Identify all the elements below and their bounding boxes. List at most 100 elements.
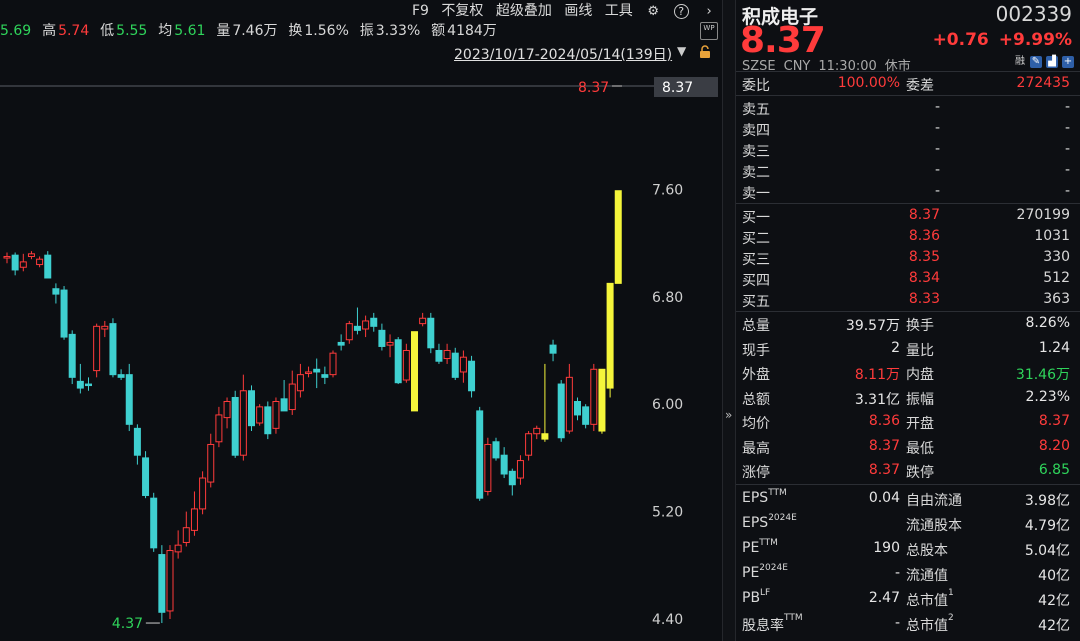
ask-volume: - bbox=[1064, 141, 1070, 157]
fund-value: 42亿 bbox=[1038, 618, 1070, 634]
candle-body bbox=[272, 401, 280, 429]
fund-label: EPS2024E bbox=[742, 513, 797, 531]
candle-body bbox=[117, 374, 125, 378]
candle-body bbox=[288, 383, 296, 411]
stat-label: 总量 bbox=[742, 318, 770, 334]
bid-row: 买五 8.33 363 bbox=[736, 289, 1080, 310]
fund-label: PBLF bbox=[742, 588, 771, 606]
add-icon[interactable]: + bbox=[1062, 56, 1074, 68]
stat-label: 内盘 bbox=[906, 367, 934, 383]
candle-body bbox=[199, 477, 207, 510]
bid-row: 买四 8.34 512 bbox=[736, 268, 1080, 289]
candlestick-chart[interactable]: 7.60 6.80 6.00 5.20 4.40 8.37 8.37 4.37 bbox=[0, 0, 722, 641]
candle-body bbox=[329, 352, 337, 376]
fund-label-sup: LF bbox=[760, 588, 771, 598]
ask-volume: - bbox=[1064, 99, 1070, 115]
fund-value: 190 bbox=[873, 540, 900, 556]
candle-body bbox=[353, 325, 361, 331]
bid-label: 买一 bbox=[742, 210, 770, 226]
fund-label-sup: 2 bbox=[948, 613, 954, 623]
panel-splitter[interactable]: » bbox=[722, 0, 736, 641]
candle-body bbox=[394, 339, 402, 384]
candle-body bbox=[435, 349, 443, 362]
ask-label: 卖二 bbox=[742, 165, 770, 181]
candle-body bbox=[231, 396, 239, 456]
stat-label: 涨停 bbox=[742, 465, 770, 481]
divider bbox=[736, 203, 1080, 204]
fund-label: 股息率TTM bbox=[742, 613, 803, 635]
bid-label: 买四 bbox=[742, 273, 770, 289]
fund-label-text: PE bbox=[742, 565, 760, 581]
fund-label: 自由流通 bbox=[906, 490, 962, 510]
candle-body bbox=[557, 383, 565, 439]
stat-row: 总额 3.31亿 振幅 2.23% bbox=[736, 387, 1080, 408]
candle-body bbox=[296, 374, 304, 392]
bid-volume: 363 bbox=[1043, 291, 1070, 307]
ask-volume: - bbox=[1064, 183, 1070, 199]
fund-value: 42亿 bbox=[1038, 593, 1070, 609]
margin-trading-badge[interactable]: 融 bbox=[1014, 56, 1026, 68]
stat-label: 均价 bbox=[742, 416, 770, 432]
candle-body bbox=[313, 368, 321, 373]
candle-body bbox=[166, 550, 174, 612]
fund-value: - bbox=[894, 615, 900, 631]
candle-body bbox=[109, 323, 117, 376]
fund-value: 0.04 bbox=[868, 490, 900, 506]
fund-label-sup: TTM bbox=[768, 488, 787, 498]
candle-body bbox=[256, 406, 264, 424]
fund-label-text: 流通股本 bbox=[906, 518, 962, 534]
stat-label: 最高 bbox=[742, 440, 770, 457]
stat-row: 涨停 8.37 跌停 6.85 bbox=[736, 460, 1080, 481]
stat-row: 总量 39.57万 换手 8.26% bbox=[736, 313, 1080, 334]
candle-body bbox=[239, 390, 247, 456]
kline-chart-area[interactable]: F9 不复权 超级叠加 画线 工具 ⚙ ? › WP 5.69 高 5.74 低5… bbox=[0, 0, 722, 641]
stat-value: 39.57万 bbox=[845, 318, 900, 334]
candle-body bbox=[76, 380, 84, 389]
candle-body bbox=[101, 325, 109, 330]
stat-row: 最高 8.37 最低 8.20 bbox=[736, 436, 1080, 457]
candle-body bbox=[525, 433, 533, 456]
divider bbox=[736, 484, 1080, 485]
candle-body bbox=[411, 331, 418, 412]
candle-body bbox=[337, 341, 345, 346]
candle-body bbox=[574, 401, 581, 416]
stat-label: 量比 bbox=[906, 342, 934, 359]
chart-icon[interactable]: ▟ bbox=[1046, 56, 1058, 68]
stat-label: 换手 bbox=[906, 318, 934, 334]
candle-body bbox=[174, 544, 182, 553]
stat-value: 8.37 bbox=[868, 437, 900, 454]
fund-label: PETTM bbox=[742, 538, 778, 556]
candle-body bbox=[533, 427, 541, 435]
fund-label: EPSTTM bbox=[742, 488, 787, 506]
fund-value: 3.98亿 bbox=[1024, 493, 1070, 509]
fund-label-sup: TTM bbox=[759, 538, 778, 548]
candle-body bbox=[280, 398, 288, 412]
bid-volume: 512 bbox=[1043, 270, 1070, 286]
ask-row: 卖四 - - bbox=[736, 118, 1080, 139]
candle-body bbox=[582, 406, 590, 425]
candle-body bbox=[598, 368, 606, 432]
candle-body bbox=[19, 261, 27, 268]
ask-price: - bbox=[934, 99, 940, 115]
candle-body bbox=[125, 374, 133, 425]
fundamental-row: PETTM 190 总股本 5.04亿 bbox=[736, 538, 1080, 559]
collapse-arrow-icon[interactable]: » bbox=[725, 408, 732, 422]
fund-value: 4.79亿 bbox=[1024, 518, 1070, 534]
edit-icon[interactable]: ✎ bbox=[1030, 56, 1042, 68]
bid-volume: 330 bbox=[1043, 249, 1070, 265]
stat-value: 1.24 bbox=[1038, 339, 1070, 356]
fund-label-text: EPS bbox=[742, 490, 769, 506]
candle-body bbox=[60, 289, 68, 338]
ask-price: - bbox=[934, 120, 940, 136]
fund-label: 总市值2 bbox=[906, 613, 954, 635]
divider bbox=[736, 71, 1080, 72]
candle-body bbox=[606, 282, 614, 389]
candle-body bbox=[223, 401, 231, 419]
ask-volume: - bbox=[1064, 120, 1070, 136]
candle-body bbox=[549, 344, 557, 354]
candle-body bbox=[500, 454, 508, 475]
fund-value: 2.47 bbox=[868, 590, 900, 606]
candle-body bbox=[27, 253, 35, 258]
bid-label: 买五 bbox=[742, 294, 770, 310]
candle-body bbox=[378, 329, 386, 347]
